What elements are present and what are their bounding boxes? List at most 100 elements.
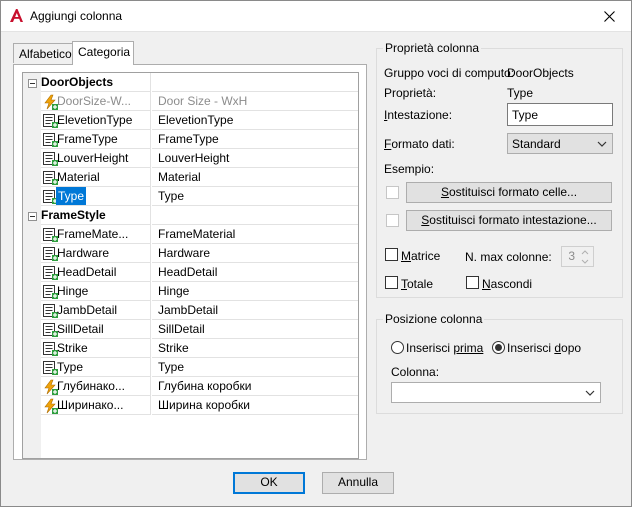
property-icon xyxy=(42,246,58,262)
override-heading-format-button[interactable]: Sostituisci formato intestazione... xyxy=(406,210,612,231)
tab-label: Categoria xyxy=(78,45,131,59)
property-icon xyxy=(42,151,58,167)
format-value: Standard xyxy=(512,137,561,151)
insert-before-label: Inserisci prima xyxy=(406,341,484,355)
property-icon xyxy=(42,303,58,319)
group-title: Proprietà colonna xyxy=(383,41,482,55)
total-checkbox[interactable] xyxy=(385,276,398,289)
property-name: HeadDetail xyxy=(57,265,117,279)
grid-row[interactable]: Type Type xyxy=(23,187,358,206)
property-value: Door Size - WxH xyxy=(152,92,358,111)
property-name: Strike xyxy=(57,341,88,355)
override-cell-format-button[interactable]: Sostituisci formato celle... xyxy=(406,182,612,203)
formula-icon xyxy=(42,379,58,395)
grid-row[interactable]: Type Type xyxy=(23,358,358,377)
collapse-icon[interactable] xyxy=(28,79,37,88)
grid-row[interactable]: Ширинако... Ширина коробки xyxy=(23,396,358,415)
grid-row[interactable]: SillDetail SillDetail xyxy=(23,320,358,339)
grid-row[interactable]: HeadDetail HeadDetail xyxy=(23,263,358,282)
tab-label: Alfabetico xyxy=(19,47,72,61)
property-name: Hardware xyxy=(57,246,110,260)
grid-group-header[interactable]: FrameStyle xyxy=(23,206,358,225)
insert-after-label: Inserisci dopo xyxy=(507,341,582,355)
heading-input[interactable] xyxy=(507,103,613,126)
grid-cell-name: LouverHeight xyxy=(41,149,151,168)
grid-row[interactable]: LouverHeight LouverHeight xyxy=(23,149,358,168)
property-value: SillDetail xyxy=(152,320,358,339)
property-icon xyxy=(42,113,58,129)
grid-row[interactable]: JambDetail JambDetail xyxy=(23,301,358,320)
grid-cell-name: Ширинако... xyxy=(41,396,151,415)
window-title: Aggiungi colonna xyxy=(30,9,123,23)
cancel-button[interactable]: Annulla xyxy=(322,472,394,494)
group-row-fill xyxy=(152,73,358,92)
matrix-checkbox[interactable] xyxy=(385,248,398,261)
format-dropdown[interactable]: Standard xyxy=(507,133,613,154)
property-value: Type xyxy=(152,187,358,206)
grid-cell-name: DoorSize-W... xyxy=(41,92,151,111)
format-label: Formato dati: xyxy=(384,137,455,151)
hide-checkbox[interactable] xyxy=(466,276,479,289)
tab-alfabetico[interactable]: Alfabetico xyxy=(13,43,73,63)
grid-row[interactable]: Hardware Hardware xyxy=(23,244,358,263)
property-value: Type xyxy=(507,86,534,100)
tab-categoria[interactable]: Categoria xyxy=(72,41,134,65)
group-name: FrameStyle xyxy=(41,206,151,225)
grid-cell-name: Material xyxy=(41,168,151,187)
spinner-up-icon xyxy=(581,250,589,255)
autocad-logo-icon xyxy=(10,9,23,22)
group-value: DoorObjects xyxy=(507,66,574,80)
property-name: Глубинако... xyxy=(57,379,125,393)
grid-row[interactable]: Глубинако... Глубина коробки xyxy=(23,377,358,396)
insert-before-radio[interactable] xyxy=(391,341,404,354)
grid-row[interactable]: FrameType FrameType xyxy=(23,130,358,149)
property-grid[interactable]: DoorObjects DoorSize-W... Door Size - WxH E… xyxy=(22,72,359,459)
property-icon xyxy=(42,284,58,300)
grid-cell-name: HeadDetail xyxy=(41,263,151,282)
property-name: Type xyxy=(57,360,84,374)
property-name: Ширинако... xyxy=(57,398,124,412)
grid-cell-name: ElevetionType xyxy=(41,111,151,130)
grid-cell-name: JambDetail xyxy=(41,301,151,320)
property-value: Hardware xyxy=(152,244,358,263)
property-name: JambDetail xyxy=(57,303,118,317)
override-cell-checkbox[interactable] xyxy=(386,186,399,199)
collapse-icon[interactable] xyxy=(28,212,37,221)
hide-label: Nascondi xyxy=(482,277,533,291)
grid-row[interactable]: ElevetionType ElevetionType xyxy=(23,111,358,130)
chevron-down-icon xyxy=(597,141,607,147)
property-value: JambDetail xyxy=(152,301,358,320)
grid-row[interactable]: FrameMate... FrameMaterial xyxy=(23,225,358,244)
property-name: FrameType xyxy=(57,132,118,146)
grid-row[interactable]: DoorSize-W... Door Size - WxH xyxy=(23,92,358,111)
column-dropdown[interactable] xyxy=(391,382,601,403)
heading-label: Intestazione: xyxy=(384,108,453,122)
close-button[interactable] xyxy=(586,0,632,32)
property-name: ElevetionType xyxy=(57,113,133,127)
property-value: Strike xyxy=(152,339,358,358)
property-value: Hinge xyxy=(152,282,358,301)
ok-button[interactable]: OK xyxy=(233,472,305,494)
grid-row[interactable]: Strike Strike xyxy=(23,339,358,358)
property-value: HeadDetail xyxy=(152,263,358,282)
property-name: FrameMate... xyxy=(57,227,129,241)
grid-cell-name: FrameMate... xyxy=(41,225,151,244)
insert-after-radio[interactable] xyxy=(492,341,505,354)
group-title: Posizione colonna xyxy=(383,312,485,326)
property-icon xyxy=(42,227,58,243)
override-heading-checkbox[interactable] xyxy=(386,214,399,227)
property-name: Material xyxy=(57,170,100,184)
group-label: Gruppo voci di computo: xyxy=(384,66,515,80)
grid-group-header[interactable]: DoorObjects xyxy=(23,73,358,92)
property-name: Hinge xyxy=(57,284,89,298)
close-icon xyxy=(603,10,615,22)
property-value: Глубина коробки xyxy=(152,377,358,396)
grid-cell-name: Hinge xyxy=(41,282,151,301)
max-columns-spinner[interactable]: 3 xyxy=(561,246,594,267)
total-label: Totale xyxy=(401,277,434,291)
property-icon xyxy=(42,265,58,281)
property-name: Type xyxy=(56,187,87,205)
property-name: SillDetail xyxy=(57,322,104,336)
grid-row[interactable]: Hinge Hinge xyxy=(23,282,358,301)
grid-row[interactable]: Material Material xyxy=(23,168,358,187)
